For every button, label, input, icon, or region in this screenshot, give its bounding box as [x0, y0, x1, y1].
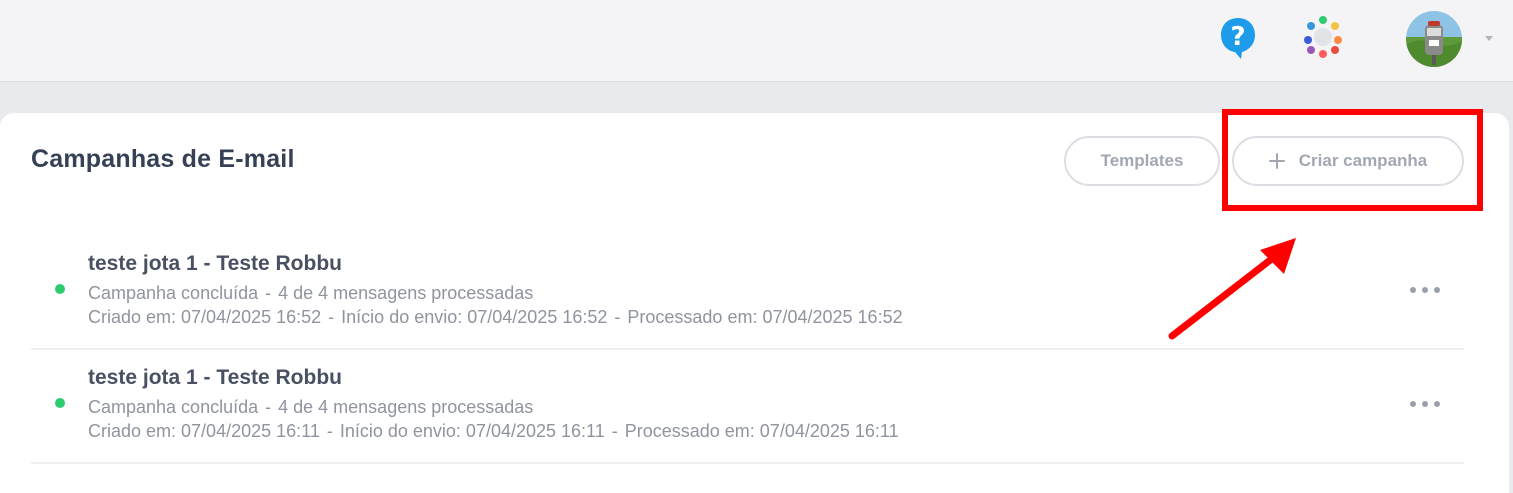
help-icon[interactable]: ?	[1218, 16, 1258, 60]
separator: -	[611, 421, 618, 441]
campaign-status: Campanha concluída	[88, 283, 259, 303]
campaign-progress: 4 de 4 mensagens processadas	[278, 397, 534, 417]
separator: -	[328, 307, 335, 327]
campaign-progress: 4 de 4 mensagens processadas	[278, 283, 534, 303]
separator: -	[614, 307, 621, 327]
avatar[interactable]	[1406, 11, 1462, 67]
campaign-processed: Processado em: 07/04/2025 16:52	[627, 307, 903, 327]
templates-button-label: Templates	[1100, 151, 1184, 170]
campaign-row[interactable]: teste jota 1 - Teste Robbu Campanha conc…	[31, 350, 1464, 464]
status-dot	[55, 398, 65, 408]
separator: -	[265, 283, 272, 303]
separator: -	[326, 421, 333, 441]
campaign-status: Campanha concluída	[88, 397, 259, 417]
more-options-icon[interactable]	[1410, 286, 1440, 294]
campaign-status-line: Campanha concluída -4 de 4 mensagens proc…	[88, 283, 533, 304]
campaign-started: Início do envio: 07/04/2025 16:11	[339, 421, 605, 441]
campaign-created: Criado em: 07/04/2025 16:52	[88, 307, 322, 327]
annotation-highlight-box	[1222, 109, 1483, 211]
separator: -	[265, 397, 272, 417]
page-title: Campanhas de E-mail	[31, 145, 295, 173]
campaign-created: Criado em: 07/04/2025 16:11	[88, 421, 320, 441]
annotation-arrow-icon	[1168, 238, 1296, 340]
campaign-dates-line: Criado em: 07/04/2025 16:11- Início do en…	[88, 421, 899, 442]
svg-text:?: ?	[1230, 22, 1245, 52]
campaign-processed: Processado em: 07/04/2025 16:11	[624, 421, 899, 441]
campaign-status-line: Campanha concluída -4 de 4 mensagens proc…	[88, 397, 533, 418]
caret-down-icon[interactable]	[1482, 33, 1496, 43]
status-dot	[55, 284, 65, 294]
campaign-started: Início do envio: 07/04/2025 16:52	[341, 307, 608, 327]
campaign-title: teste jota 1 - Teste Robbu	[88, 366, 342, 389]
more-options-icon[interactable]	[1410, 400, 1440, 408]
user-avatar-icon	[1406, 11, 1462, 67]
campaign-title: teste jota 1 - Teste Robbu	[88, 252, 342, 275]
campaign-dates-line: Criado em: 07/04/2025 16:52- Início do en…	[88, 307, 903, 328]
top-bar: ?	[0, 0, 1513, 82]
apps-dots-icon[interactable]	[1300, 14, 1346, 60]
templates-button[interactable]: Templates	[1064, 136, 1220, 186]
